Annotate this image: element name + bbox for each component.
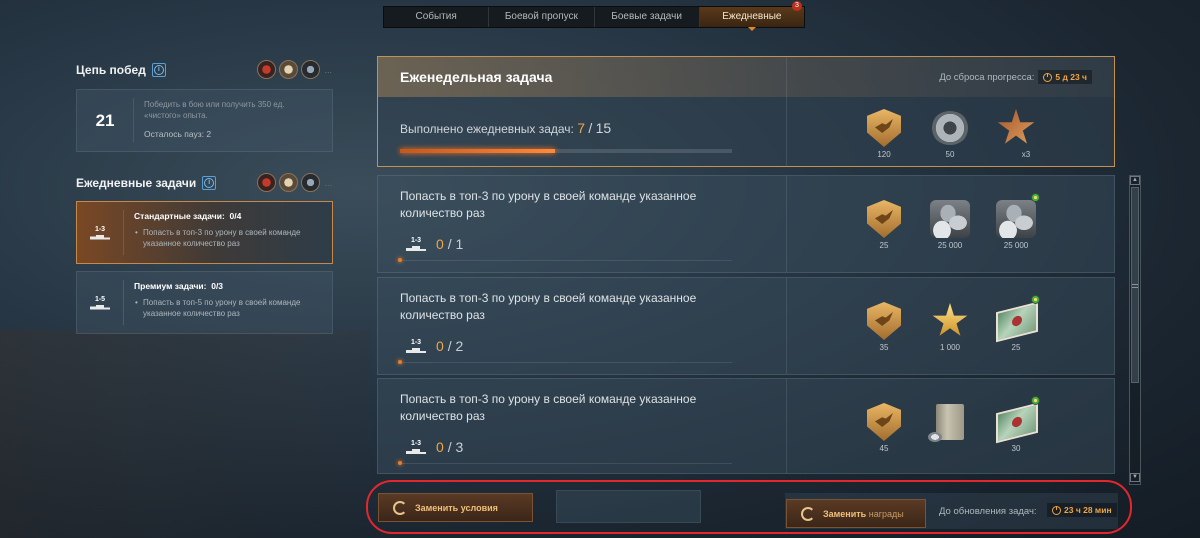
daily-tasks-header: Ежедневные задачи i ... [76,173,332,192]
win-chain-description: Победить в бою или получить 350 ед. «чис… [144,100,285,120]
highlight-annotation [366,480,1132,534]
premium-tasks-title: Премиум задачи: [134,281,207,291]
weekly-task-title: Еженедельная задача [400,69,553,85]
reward-item[interactable]: 25 [983,295,1049,352]
tab-missions[interactable]: Боевые задачи [595,7,700,27]
scroll-up-icon[interactable]: ▲ [1130,176,1140,185]
info-icon[interactable]: i [151,62,166,77]
book-coins-icon [928,404,964,442]
pauses-left: Осталось пауз: 2 [144,129,212,139]
notification-badge: 3 [792,1,802,11]
reset-timer: До сброса прогресса: 5 д 23 ч [939,70,1092,84]
quest-card[interactable]: Попасть в топ-3 по урону в своей команде… [377,277,1115,375]
podium-icon: 1-3 [406,339,426,353]
reward-item[interactable]: 30 [983,396,1049,453]
scroll-down-icon[interactable]: ▼ [1130,473,1140,482]
quest-progress: 1-3 0 / 2 [406,338,463,354]
standard-tasks-count: 0/4 [229,211,242,221]
credits-cash-icon [996,301,1038,343]
clock-icon [1043,72,1053,82]
medal-red-icon [257,60,277,79]
medal-white-icon [279,60,299,79]
tab-events[interactable]: События [384,7,490,27]
shield-points-icon [867,200,901,238]
reward-item[interactable]: 120 [851,108,917,159]
premium-tasks-count: 0/3 [211,281,224,291]
podium-icon: 1-5 [77,280,125,325]
reward-item[interactable]: 35 [851,301,917,352]
quest-title: Попасть в топ-3 по урону в своей команде… [400,291,697,322]
more-dots: ... [324,177,332,188]
grip-icon [1132,284,1138,288]
stars-crew-icon [997,109,1035,144]
podium-icon: 1-3 [406,237,426,251]
win-chain-card: 21 Победить в бою или получить 350 ед. «… [76,89,333,152]
quest-progress: 1-3 0 / 1 [406,236,463,252]
weekly-progress-label: Выполнено ежедневных задач: 7 / 15 [400,120,612,136]
reward-item[interactable]: 25 000 [983,193,1049,250]
bonus-badge-icon [1031,396,1040,405]
win-chain-header: Цепь побед i ... [76,60,332,79]
daily-tasks-title: Ежедневные задачи [76,175,197,190]
quest-card[interactable]: Попасть в топ-3 по урону в своей команде… [377,175,1115,273]
premium-tasks-bullet: Попасть в топ-5 по урону в своей команде… [134,297,322,319]
medal-dark-icon [301,60,321,79]
medals-group: ... [257,60,332,79]
silver-coins-icon [930,200,970,238]
quest-progress: 1-3 0 / 3 [406,439,463,455]
standard-tasks-card[interactable]: 1-3 Стандартные задачи: 0/4 Попасть в то… [76,201,333,264]
info-icon[interactable]: i [202,175,217,190]
weekly-progress-bar [400,149,732,153]
reward-item[interactable]: 25 000 [917,199,983,250]
free-xp-star-icon [932,303,968,336]
quest-card[interactable]: Попасть в топ-3 по урону в своей команде… [377,378,1115,474]
reward-item[interactable]: x3 [983,108,1049,159]
standard-tasks-title: Стандартные задачи: [134,211,225,221]
reward-item[interactable]: 45 [851,402,917,453]
shield-points-icon [867,403,901,441]
win-chain-count: 21 [77,98,135,143]
standard-tasks-bullet: Попасть в топ-3 по урону в своей команде… [134,227,322,249]
reward-item[interactable]: 1 000 [917,301,983,352]
weekly-rewards: 120 50 x3 [851,108,1049,159]
bonus-badge-icon [1031,295,1040,304]
podium-icon: 1-3 [406,440,426,454]
reward-item[interactable]: 50 [917,108,983,159]
win-chain-title: Цепь побед [76,62,146,77]
medal-white-icon [279,173,299,192]
medals-group: ... [257,173,332,192]
quest-title: Попасть в топ-3 по урону в своей команде… [400,189,697,220]
credits-cash-icon [996,402,1038,444]
quest-title: Попасть в топ-3 по урону в своей команде… [400,392,697,423]
tab-battle-pass[interactable]: Боевой пропуск [489,7,595,27]
medal-dark-icon [301,173,321,192]
top-tabs: События Боевой пропуск Боевые задачи Еже… [383,1,805,31]
reward-item[interactable] [917,402,983,453]
premium-tasks-card[interactable]: 1-5 Премиум задачи: 0/3 Попасть в топ-5 … [76,271,333,334]
shield-points-icon [867,302,901,340]
more-dots: ... [324,64,332,75]
silver-coins-icon [996,200,1036,238]
gear-parts-icon [931,111,969,145]
background-art [0,330,370,538]
tab-daily[interactable]: Ежедневные 3 [699,1,804,31]
medal-red-icon [257,173,277,192]
bonus-badge-icon [1031,193,1040,202]
podium-icon: 1-3 [77,210,125,255]
shield-points-icon [867,109,901,147]
reward-item[interactable]: 25 [851,199,917,250]
weekly-task-panel: Еженедельная задача До сброса прогресса:… [377,56,1115,167]
